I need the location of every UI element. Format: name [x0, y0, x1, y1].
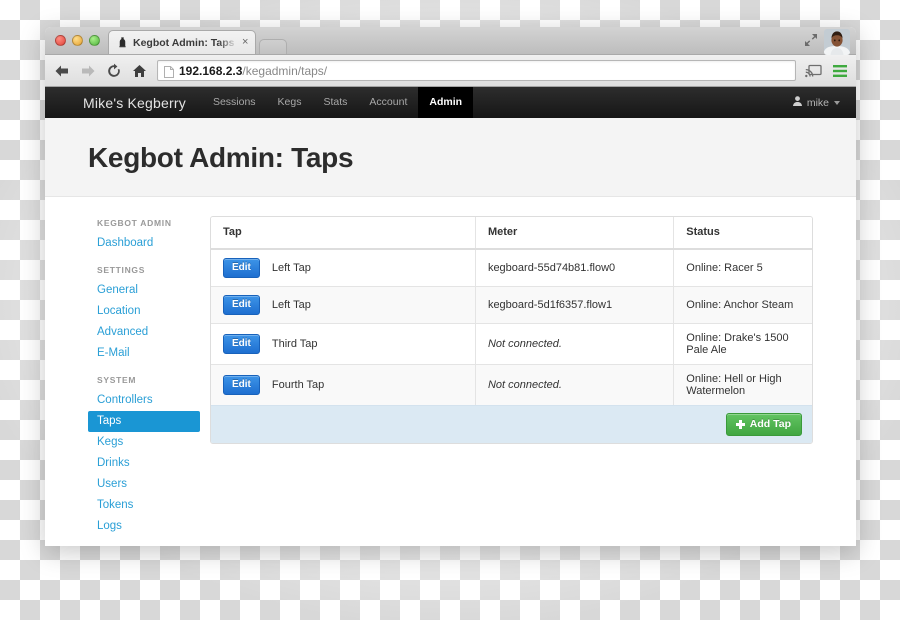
- maximize-window-button[interactable]: [89, 35, 100, 46]
- nav-item-stats[interactable]: Stats: [312, 87, 358, 118]
- taps-table-body: Edit Left Tap kegboard-55d74b81.flow0 On…: [211, 249, 812, 405]
- sidebar-divider: [88, 364, 200, 375]
- app-navbar: Mike's Kegberry Sessions Kegs Stats Acco…: [45, 87, 856, 118]
- tap-name: Left Tap: [271, 262, 311, 274]
- cell-tap: Edit Left Tap: [211, 286, 476, 324]
- main-panel: Tap Meter Status Edit Left Tap kegboard-…: [200, 216, 856, 545]
- taps-table-head: Tap Meter Status: [211, 217, 812, 250]
- sidebar-item-logs[interactable]: Logs: [88, 516, 200, 537]
- cell-status: Online: Anchor Steam: [673, 286, 812, 324]
- address-bar-url: 192.168.2.3/kegadmin/taps/: [179, 64, 327, 78]
- page-document-icon: [164, 65, 174, 78]
- profile-avatar[interactable]: [824, 29, 850, 55]
- taps-table: Tap Meter Status Edit Left Tap kegboard-…: [211, 217, 812, 405]
- home-button[interactable]: [131, 62, 148, 79]
- page-title: Kegbot Admin: Taps: [88, 142, 354, 173]
- sidebar-item-general[interactable]: General: [88, 280, 200, 301]
- table-row: Edit Third Tap Not connected. Online: Dr…: [211, 323, 812, 365]
- forward-button[interactable]: [79, 62, 96, 79]
- plus-icon: [735, 419, 745, 429]
- sidebar-item-drinks[interactable]: Drinks: [88, 453, 200, 474]
- app-brand[interactable]: Mike's Kegberry: [45, 95, 202, 111]
- browser-tab-strip: Kegbot Admin: Taps | Mike's Kegberry ×: [45, 27, 856, 55]
- tab-close-icon[interactable]: ×: [242, 37, 248, 48]
- page-content: Mike's Kegberry Sessions Kegs Stats Acco…: [45, 87, 856, 545]
- taps-table-footer: Add Tap: [211, 405, 812, 443]
- cast-icon[interactable]: [805, 62, 822, 79]
- sidebar-heading-system: SYSTEM: [97, 375, 137, 385]
- cell-tap: Edit Fourth Tap: [211, 364, 476, 405]
- browser-window: Kegbot Admin: Taps | Mike's Kegberry ×: [45, 27, 856, 546]
- nav-item-admin[interactable]: Admin: [418, 87, 474, 118]
- navbar-user-menu[interactable]: mike: [792, 96, 840, 109]
- cell-meter: Not connected.: [474, 323, 674, 365]
- sidebar-item-users[interactable]: Users: [88, 474, 200, 495]
- sidebar-heading-settings: SETTINGS: [97, 265, 146, 275]
- cell-meter: kegboard-55d74b81.flow0: [474, 249, 674, 287]
- sidebar-item-tokens[interactable]: Tokens: [88, 495, 200, 516]
- sidebar-item-advanced[interactable]: Advanced: [88, 322, 200, 343]
- app-nav-links: Sessions Kegs Stats Account Admin: [202, 87, 474, 118]
- cell-status: Online: Drake's 1500 Pale Ale: [673, 323, 812, 365]
- tap-name: Left Tap: [271, 299, 311, 311]
- table-row: Edit Fourth Tap Not connected. Online: H…: [211, 364, 812, 405]
- edit-tap-button[interactable]: Edit: [223, 375, 260, 395]
- nav-item-kegs[interactable]: Kegs: [267, 87, 313, 118]
- column-header-meter: Meter: [474, 217, 674, 250]
- window-top-right-controls: [803, 29, 850, 55]
- sidebar-item-taps[interactable]: Taps: [88, 411, 200, 432]
- browser-toolbar: 192.168.2.3/kegadmin/taps/: [45, 55, 856, 87]
- navbar-username: mike: [806, 96, 829, 109]
- cell-tap: Edit Left Tap: [211, 249, 476, 287]
- url-host: 192.168.2.3: [179, 63, 243, 78]
- window-traffic-lights: [55, 35, 100, 46]
- minimize-window-button[interactable]: [72, 35, 83, 46]
- browser-tab[interactable]: Kegbot Admin: Taps | Mike's Kegberry ×: [108, 30, 256, 54]
- nav-item-account[interactable]: Account: [358, 87, 418, 118]
- tap-name: Fourth Tap: [271, 379, 325, 391]
- table-row: Edit Left Tap kegboard-55d74b81.flow0 On…: [211, 249, 812, 287]
- new-tab-button[interactable]: [259, 39, 287, 54]
- sidebar-divider: [88, 537, 200, 545]
- sidebar-item-dashboard[interactable]: Dashboard: [88, 233, 200, 254]
- address-bar[interactable]: 192.168.2.3/kegadmin/taps/: [157, 60, 796, 81]
- user-icon: [792, 96, 802, 109]
- table-header-row: Tap Meter Status: [211, 217, 812, 250]
- cell-meter: kegboard-5d1f6357.flow1: [474, 286, 674, 324]
- fullscreen-icon[interactable]: [803, 32, 819, 53]
- kegbot-favicon-icon: [117, 37, 128, 48]
- sidebar-item-email[interactable]: E-Mail: [88, 343, 200, 364]
- page-hero: Kegbot Admin: Taps: [45, 118, 856, 197]
- browser-tab-title: Kegbot Admin: Taps | Mike's Kegberry: [133, 36, 237, 49]
- column-header-status: Status: [673, 217, 812, 250]
- add-tap-button[interactable]: Add Tap: [725, 413, 802, 436]
- nav-item-sessions[interactable]: Sessions: [202, 87, 267, 118]
- table-row: Edit Left Tap kegboard-5d1f6357.flow1 On…: [211, 286, 812, 324]
- chevron-down-icon: [834, 100, 840, 105]
- cell-meter: Not connected.: [474, 364, 674, 405]
- reload-button[interactable]: [105, 62, 122, 79]
- taps-table-container: Tap Meter Status Edit Left Tap kegboard-…: [210, 216, 813, 444]
- sidebar-item-location[interactable]: Location: [88, 301, 200, 322]
- edit-tap-button[interactable]: Edit: [223, 334, 260, 354]
- cell-status: Online: Hell or High Watermelon: [673, 364, 812, 405]
- column-header-tap: Tap: [211, 217, 476, 250]
- url-path: /kegadmin/taps/: [242, 63, 328, 78]
- close-window-button[interactable]: [55, 35, 66, 46]
- cell-status: Online: Racer 5: [673, 249, 812, 287]
- edit-tap-button[interactable]: Edit: [223, 258, 260, 278]
- sidebar-heading-kegbot-admin: KEGBOT ADMIN: [97, 218, 172, 228]
- admin-sidebar: KEGBOT ADMIN Dashboard SETTINGS General …: [88, 216, 200, 545]
- tap-name: Third Tap: [271, 338, 318, 350]
- back-button[interactable]: [53, 62, 70, 79]
- toolbar-right-controls: [805, 62, 848, 79]
- add-tap-label: Add Tap: [749, 418, 791, 430]
- chrome-menu-icon[interactable]: [831, 62, 848, 79]
- sidebar-divider: [88, 254, 200, 265]
- content-columns: KEGBOT ADMIN Dashboard SETTINGS General …: [45, 197, 856, 545]
- cell-tap: Edit Third Tap: [211, 323, 476, 365]
- sidebar-item-kegs[interactable]: Kegs: [88, 432, 200, 453]
- edit-tap-button[interactable]: Edit: [223, 295, 260, 315]
- sidebar-item-controllers[interactable]: Controllers: [88, 390, 200, 411]
